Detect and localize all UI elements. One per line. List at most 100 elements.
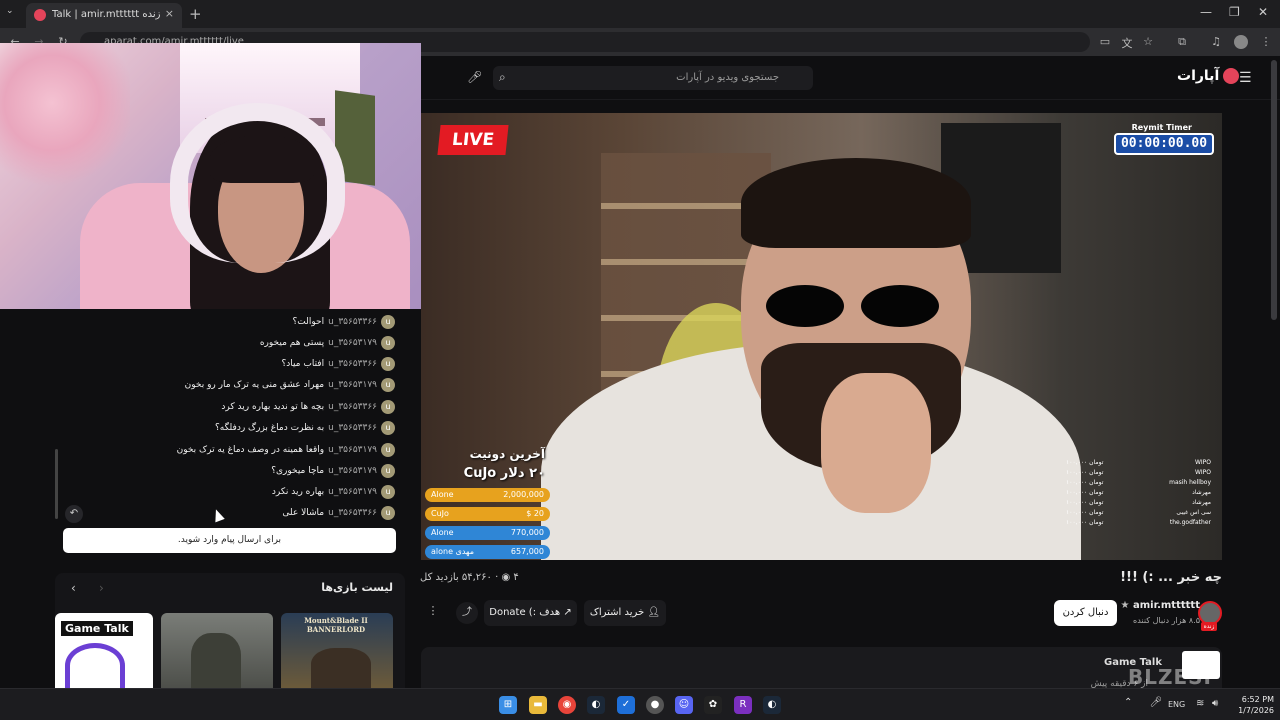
chat-avatar[interactable]: u xyxy=(381,336,395,350)
vpn-app-icon[interactable]: ✓ xyxy=(617,696,635,714)
page-scrollbar[interactable] xyxy=(1271,60,1277,320)
chat-message: u u_۳۵۶۵۳۳۶۶ بچه ها تو ندید بهاره رید کر… xyxy=(221,399,395,415)
hamburger-menu-icon[interactable]: ☰ xyxy=(1239,70,1252,86)
restore-icon[interactable]: ❐ xyxy=(1229,5,1240,19)
chat-username[interactable]: u_۳۵۶۵۳۱۷۹ xyxy=(328,338,377,348)
chat-message: u u_۳۵۶۵۳۳۶۶ ماشالا علی xyxy=(282,505,395,521)
donate-bar-amount: 770,000 xyxy=(510,528,544,537)
color-app-icon[interactable]: ✿ xyxy=(704,696,722,714)
system-clock[interactable]: 6:52 PM 1/7/2026 xyxy=(1228,694,1274,716)
chat-avatar[interactable]: u xyxy=(381,506,395,520)
chat-avatar[interactable]: u xyxy=(381,315,395,329)
donate-button[interactable]: ↗ هدف :) Donate xyxy=(484,600,577,626)
close-tab-icon[interactable]: × xyxy=(165,7,174,20)
chat-avatar[interactable]: u xyxy=(381,485,395,499)
game-card-shooter[interactable] xyxy=(161,613,273,688)
chat-username[interactable]: u_۳۵۶۵۳۳۶۶ xyxy=(328,359,377,369)
bookmark-star-icon[interactable]: ☆ xyxy=(1141,35,1155,49)
tray-mic-icon[interactable]: 🎤︎ xyxy=(1150,697,1163,708)
donate-bar-amount: 657,000 xyxy=(510,547,544,556)
channel-name[interactable]: ★ amir.mtttttt xyxy=(1121,600,1200,611)
follow-button[interactable]: دنبال کردن xyxy=(1054,600,1117,626)
chevron-right-icon[interactable]: › xyxy=(99,581,104,595)
user-icon: 👤︎ xyxy=(644,607,661,618)
streamer-sunglasses xyxy=(766,285,941,327)
menu-dots-icon[interactable]: ⋮ xyxy=(1259,35,1273,49)
donate-bar-name: Alone xyxy=(431,490,454,499)
chat-username[interactable]: u_۳۵۶۵۳۱۷۹ xyxy=(328,487,377,497)
view-stats: ۴ ◉ · ۵۴,۲۶۰ بازدید کل xyxy=(420,572,519,583)
game-talk-mascot-icon xyxy=(65,643,125,688)
games-list-panel: ‹ › لیست بازی‌ها Game Talk Mount&Blade I… xyxy=(55,573,405,688)
chat-username[interactable]: u_۳۵۶۵۳۳۶۶ xyxy=(328,508,377,518)
chat-avatar[interactable]: u xyxy=(381,464,395,478)
new-tab-icon[interactable]: + xyxy=(189,5,202,23)
site-logo[interactable]: آپارات xyxy=(1177,68,1240,88)
share-icon[interactable]: ⤴ xyxy=(456,602,478,624)
minimize-icon[interactable]: — xyxy=(1200,5,1212,19)
search-icon[interactable]: ⌕ xyxy=(499,70,515,86)
game-card-bannerlord[interactable]: Mount&Blade II BANNERLORD xyxy=(281,613,393,688)
search-placeholder: جستجوی ویدیو در آپارات xyxy=(676,72,779,83)
chat-login-button[interactable]: برای ارسال پیام وارد شوید. xyxy=(63,528,396,553)
profile-avatar-icon[interactable] xyxy=(1234,35,1248,49)
donor-row: ۱۰۰,۰۰۰ تومان مهرشاد xyxy=(1066,489,1211,499)
more-options-icon[interactable]: ⋮ xyxy=(424,604,442,622)
chat-username[interactable]: u_۳۵۶۵۳۱۷۹ xyxy=(328,466,377,476)
chat-avatar[interactable]: u xyxy=(381,421,395,435)
reply-icon[interactable]: ↶ xyxy=(65,505,83,523)
chat-avatar[interactable]: u xyxy=(381,443,395,457)
chevron-left-icon[interactable]: ‹ xyxy=(71,581,76,595)
discord-icon[interactable]: ☺ xyxy=(675,696,693,714)
install-app-icon[interactable]: ▭ xyxy=(1098,35,1112,49)
chat-username[interactable]: u_۳۵۶۵۳۳۶۶ xyxy=(328,317,377,327)
system-tray[interactable]: ⌃ 🎤︎ xyxy=(1124,697,1162,708)
chat-message: u u_۳۵۶۵۳۱۷۹ بهاره رید نکرد xyxy=(272,484,395,500)
steam-secondary-icon[interactable]: ◐ xyxy=(763,696,781,714)
subscribe-button[interactable]: 👤︎ خرید اشتراک xyxy=(584,600,666,626)
wifi-icon[interactable]: ≋ xyxy=(1196,698,1204,709)
donate-last: ۲۰ دلار CuJo xyxy=(463,466,545,481)
tray-chevron-up-icon[interactable]: ⌃ xyxy=(1124,697,1132,708)
webcam-headset xyxy=(170,103,345,263)
chat-message: u u_۳۵۶۵۳۳۶۶ به نظرت دماغ بزرگ ردفلگه؟ xyxy=(215,420,395,436)
chat-text: افتاب میاد؟ xyxy=(281,359,325,369)
browser-tab-active[interactable]: Talk | amir.mtttttt پخش زنده × xyxy=(26,3,182,28)
voice-search-icon[interactable]: 🎤︎ xyxy=(467,70,483,86)
search-input[interactable]: جستجوی ویدیو در آپارات xyxy=(493,66,813,90)
external-link-icon: ↗ xyxy=(560,607,572,618)
chat-scrollbar[interactable] xyxy=(55,449,58,519)
language-indicator[interactable]: ENG xyxy=(1168,700,1185,709)
rockstar-launcher-icon[interactable]: R xyxy=(734,696,752,714)
chat-avatar[interactable]: u xyxy=(381,400,395,414)
chat-avatar[interactable]: u xyxy=(381,357,395,371)
obs-icon[interactable]: ● xyxy=(646,696,664,714)
live-video-player[interactable]: LIVE Reymit Timer 00:00:00.00 آخرین دونی… xyxy=(421,113,1222,560)
windows-start-icon[interactable]: ⊞ xyxy=(499,696,517,714)
donor-row: ۱۰۰,۰۰۰ تومان masih hellboy xyxy=(1066,479,1211,489)
tab-search-button[interactable]: ⌄ xyxy=(6,6,20,20)
chat-username[interactable]: u_۳۵۶۵۳۱۷۹ xyxy=(328,445,377,455)
game-card-game-talk[interactable]: Game Talk xyxy=(55,613,153,688)
chat-username[interactable]: u_۳۵۶۵۳۱۷۹ xyxy=(328,380,377,390)
description-card[interactable]: Game Talk از ۶ دقیقه پیش xyxy=(421,647,1222,692)
close-window-icon[interactable]: ✕ xyxy=(1258,5,1268,19)
file-explorer-icon[interactable]: ▬ xyxy=(529,696,547,714)
chat-avatar[interactable]: u xyxy=(381,378,395,392)
chrome-icon[interactable]: ◉ xyxy=(558,696,576,714)
aparat-favicon-icon xyxy=(34,9,46,21)
translate-icon[interactable]: 文 xyxy=(1120,35,1134,50)
chat-username[interactable]: u_۳۵۶۵۳۳۶۶ xyxy=(328,423,377,433)
extensions-icon[interactable]: ⧉ xyxy=(1175,35,1189,49)
chat-message: u u_۳۵۶۵۳۱۷۹ ماچا میخوری؟ xyxy=(271,463,395,479)
donate-label: هدف :) Donate xyxy=(489,607,561,618)
horse-rider-icon xyxy=(311,648,371,688)
donor-row: ۱۰۰,۰۰۰ تومان WIPO xyxy=(1066,469,1211,479)
donor-amount: ۱۰۰,۰۰۰ تومان xyxy=(1066,479,1104,486)
views-separator: · xyxy=(491,572,499,583)
live-badge: LIVE xyxy=(437,125,509,155)
chat-username[interactable]: u_۳۵۶۵۳۳۶۶ xyxy=(328,402,377,412)
steam-icon[interactable]: ◐ xyxy=(587,696,605,714)
volume-icon[interactable]: 🔊︎ xyxy=(1212,698,1218,709)
media-control-icon[interactable]: ♫ xyxy=(1209,35,1223,49)
